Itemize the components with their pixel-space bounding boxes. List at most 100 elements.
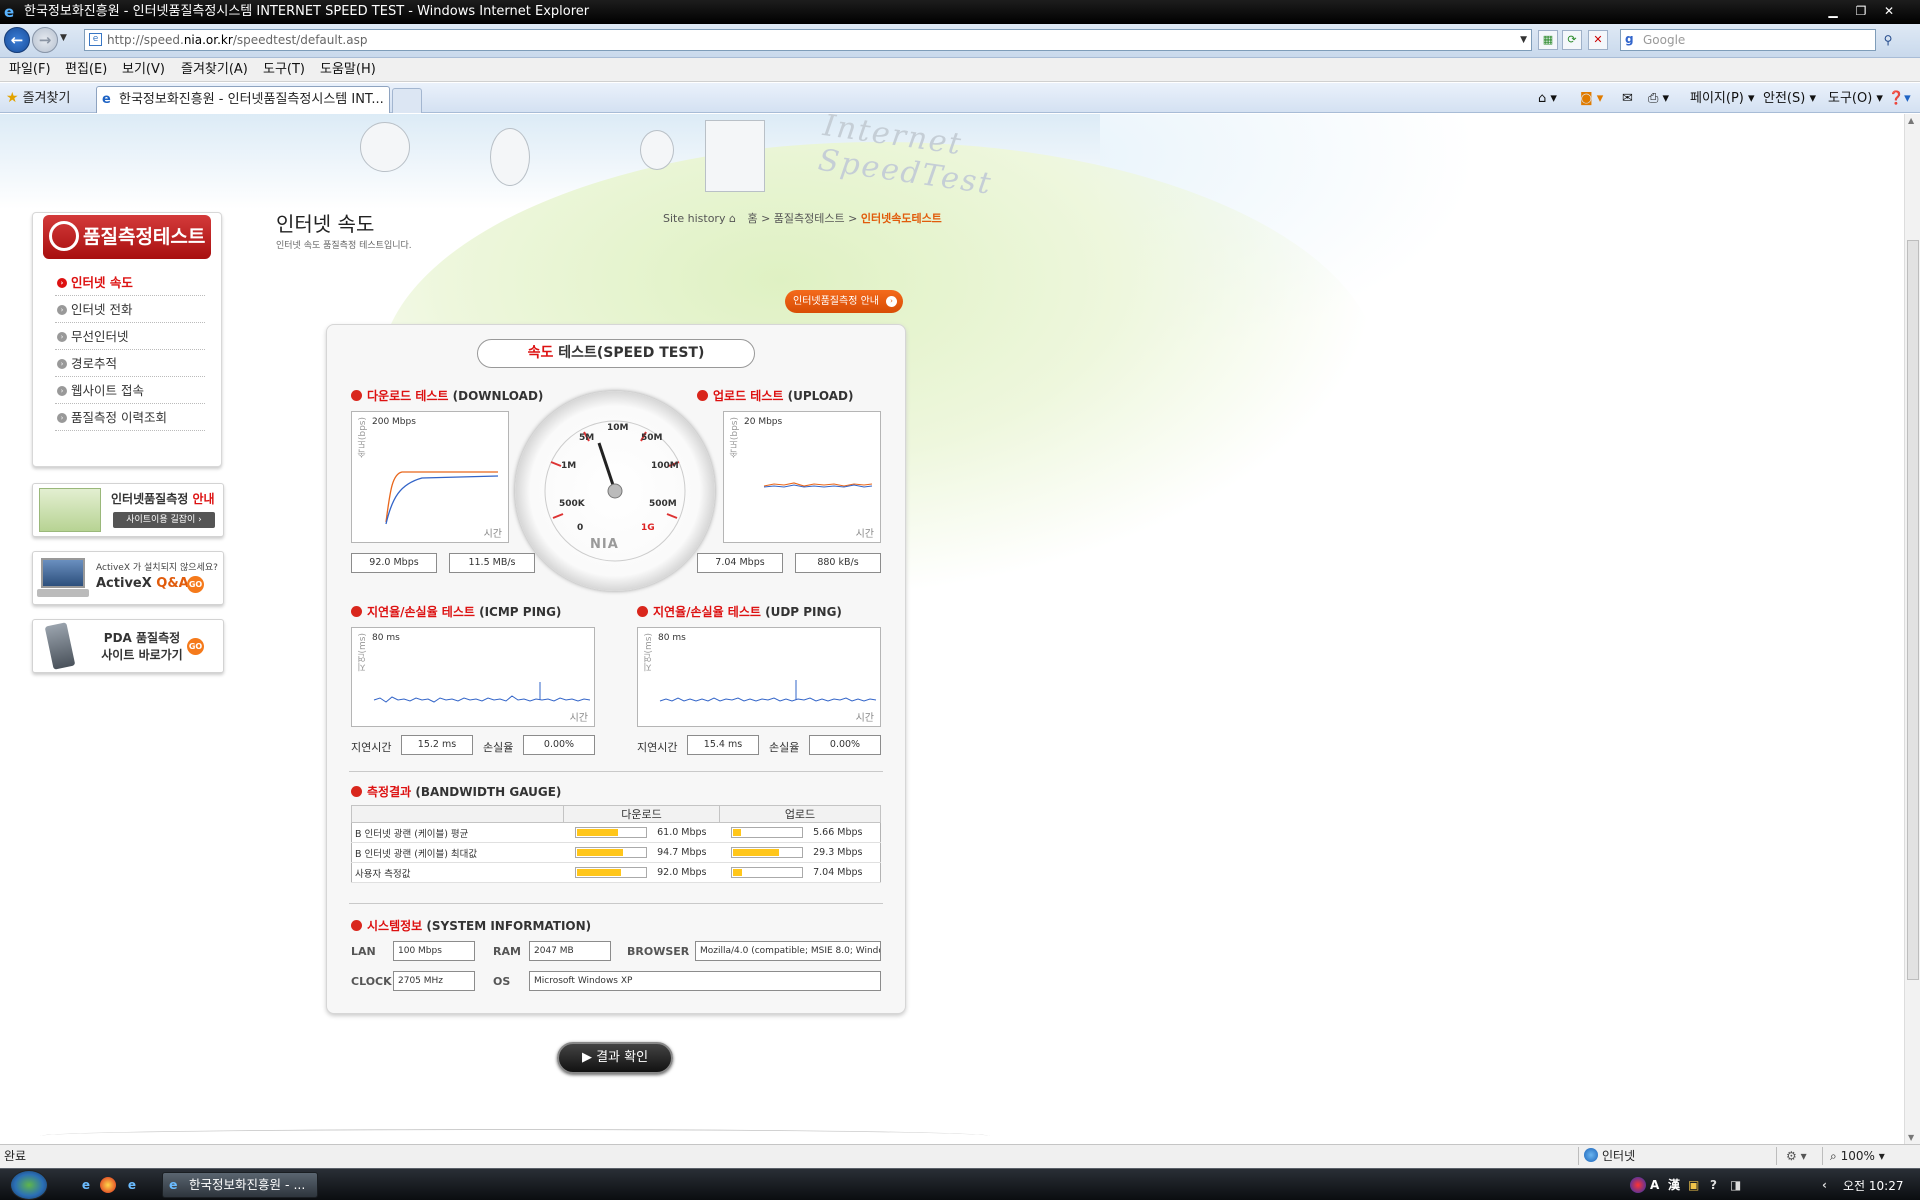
home-icon: ⌂: [728, 212, 736, 225]
menu-view[interactable]: 보기(V): [122, 61, 165, 79]
download-trace-blue: [385, 475, 499, 525]
protected-mode-icon[interactable]: ⚙ ▾: [1786, 1145, 1807, 1167]
ram-value: 2047 MB: [529, 941, 611, 961]
upload-graph: 속도(bps) 20 Mbps 시간: [723, 411, 881, 543]
ime-mode-hanja[interactable]: 漢: [1668, 1177, 1680, 1193]
sidebar-item-history[interactable]: › 품질측정 이력조회: [55, 404, 205, 431]
menu-tools[interactable]: 도구(T): [263, 61, 305, 79]
tab-speedtest[interactable]: e 한국정보화진흥원 - 인터넷품질측정시스템 INT...: [96, 86, 390, 113]
lan-label: LAN: [351, 945, 376, 958]
promo-title: 인터넷품질측정 안내: [111, 490, 215, 507]
feeds-icon[interactable]: ◙ ▾: [1580, 90, 1603, 108]
red-dot-icon: [351, 920, 362, 931]
tools-menu[interactable]: 도구(O) ▾: [1828, 90, 1883, 108]
promo-activex-qa[interactable]: ActiveX 가 설치되지 않으세요? ActiveX Q&A GO: [32, 551, 224, 605]
sidebar-item-wireless[interactable]: › 무선인터넷: [55, 323, 205, 350]
home-icon[interactable]: ⌂ ▾: [1538, 90, 1557, 108]
refresh-icon[interactable]: ⟳: [1562, 30, 1582, 50]
forward-button[interactable]: →: [32, 27, 58, 53]
history-dropdown-icon[interactable]: ▼: [60, 33, 67, 43]
sidebar-item-internet-speed[interactable]: › 인터넷 속도: [55, 269, 205, 296]
back-button[interactable]: ←: [4, 27, 30, 53]
download-trace: [385, 471, 499, 525]
speed-test-title: 속도 테스트(SPEED TEST): [477, 339, 755, 368]
go-button[interactable]: GO: [187, 638, 204, 655]
laptop-icon: [41, 558, 85, 588]
ime-icon[interactable]: [1630, 1177, 1646, 1193]
minimize-button[interactable]: ▁: [1822, 2, 1844, 20]
upload-cell: 7.04 Mbps: [719, 862, 881, 883]
start-button[interactable]: [10, 1170, 48, 1200]
sidebar-item-website-access[interactable]: › 웹사이트 접속: [55, 377, 205, 404]
scroll-up-icon[interactable]: ▲: [1908, 116, 1914, 125]
vertical-scrollbar[interactable]: ▲ ▼: [1904, 114, 1920, 1144]
globe-icon: [1584, 1148, 1598, 1162]
menu-file[interactable]: 파일(F): [9, 61, 51, 79]
mail-icon[interactable]: ✉: [1622, 90, 1633, 108]
help-icon[interactable]: ❓▾: [1888, 90, 1911, 108]
breadcrumb-section[interactable]: 품질측정테스트: [774, 212, 845, 225]
view-result-button[interactable]: ▶ 결과 확인: [557, 1042, 673, 1074]
favorites-label: 즐겨찾기: [22, 91, 71, 106]
taskbar: e e e 한국정보화진흥원 - ... A 漢 ▣ ? ◨ ‹ 오전 10:27: [0, 1168, 1920, 1200]
menu-bar: 파일(F) 편집(E) 보기(V) 즐겨찾기(A) 도구(T) 도움말(H): [0, 58, 1920, 82]
speed-test-title-text: 테스트(SPEED TEST): [553, 345, 705, 361]
bullet-icon: ›: [57, 332, 67, 342]
tray-app-icon[interactable]: ▣: [1688, 1177, 1699, 1193]
compatibility-view-icon[interactable]: ▦: [1538, 30, 1558, 50]
promo-pda-line1: PDA 품질측정: [103, 631, 181, 645]
chrome-quicklaunch-icon[interactable]: [100, 1177, 116, 1193]
ie-quicklaunch-icon[interactable]: e: [78, 1177, 94, 1193]
udp-loss-value: 0.00%: [809, 735, 881, 755]
breadcrumb-separator: >: [848, 212, 858, 225]
tray-expand-icon[interactable]: ‹: [1822, 1177, 1827, 1193]
sidebar-item-label: 무선인터넷: [71, 329, 129, 344]
site-guide-button[interactable]: 사이트이용 길잡이 ›: [113, 512, 215, 528]
ie-quicklaunch-icon-2[interactable]: e: [124, 1177, 140, 1193]
satellite-dish-graphic: [640, 130, 674, 170]
search-input[interactable]: g Google: [1620, 29, 1876, 51]
os-value: Microsoft Windows XP: [529, 971, 881, 991]
breadcrumb-home[interactable]: 홈: [747, 212, 757, 225]
udp-loss-label: 손실율: [769, 741, 800, 754]
page-subtitle: 인터넷 속도 품질측정 테스트입니다.: [276, 241, 412, 251]
close-window-button[interactable]: ✕: [1878, 2, 1900, 20]
safety-menu[interactable]: 안전(S) ▾: [1763, 90, 1816, 108]
icmp-latency-label: 지연시간: [351, 741, 392, 754]
table-header-empty: [351, 805, 564, 823]
page-menu[interactable]: 페이지(P) ▾: [1690, 90, 1755, 108]
search-icon[interactable]: ⚲: [1878, 29, 1898, 51]
help-tray-icon[interactable]: ?: [1710, 1177, 1717, 1193]
menu-edit[interactable]: 편집(E): [65, 61, 107, 79]
menu-help[interactable]: 도움말(H): [320, 61, 376, 79]
upload-trace-blue: [763, 484, 873, 488]
menu-favorites[interactable]: 즐겨찾기(A): [181, 61, 248, 79]
promo-quality-guide[interactable]: 인터넷품질측정 안내 사이트이용 길잡이 ›: [32, 483, 224, 537]
print-icon[interactable]: ⎙ ▾: [1648, 90, 1669, 108]
ime-mode-a[interactable]: A: [1650, 1177, 1659, 1193]
address-field[interactable]: e http://speed.nia.or.kr/speedtest/defau…: [84, 29, 1532, 51]
promo-activex-accent: Q&A: [156, 576, 189, 591]
google-icon: g: [1625, 32, 1634, 46]
taskbar-task-ie[interactable]: e 한국정보화진흥원 - ...: [162, 1172, 318, 1198]
tray-extra-icon[interactable]: ◨: [1730, 1177, 1741, 1193]
sidebar-item-traceroute[interactable]: › 경로추적: [55, 350, 205, 377]
red-dot-icon: [351, 786, 362, 797]
address-dropdown-icon[interactable]: ▼: [1520, 30, 1527, 50]
favorites-button[interactable]: ★ 즐겨찾기: [6, 89, 70, 108]
breadcrumb: Site history ⌂ 홈 > 품질측정테스트 > 인터넷속도테스트: [663, 210, 942, 226]
sidebar-item-label: 경로추적: [71, 356, 118, 371]
new-tab-button[interactable]: [392, 88, 422, 113]
scroll-down-icon[interactable]: ▼: [1908, 1133, 1914, 1142]
promo-pda[interactable]: PDA 품질측정 사이트 바로가기 GO: [32, 619, 224, 673]
sidebar-item-internet-phone[interactable]: › 인터넷 전화: [55, 296, 205, 323]
security-zone[interactable]: 인터넷: [1584, 1145, 1635, 1167]
url-prefix: http://speed.: [107, 33, 184, 47]
table-header-row: 다운로드 업로드: [351, 805, 881, 823]
go-button[interactable]: GO: [187, 576, 204, 593]
quality-guide-button[interactable]: 인터넷품질측정 안내 ›: [785, 290, 903, 313]
scroll-thumb[interactable]: [1907, 240, 1919, 980]
zoom-control[interactable]: ⌕ 100% ▾: [1830, 1145, 1885, 1167]
restore-button[interactable]: ❐: [1850, 2, 1872, 20]
stop-icon[interactable]: ✕: [1588, 30, 1608, 50]
